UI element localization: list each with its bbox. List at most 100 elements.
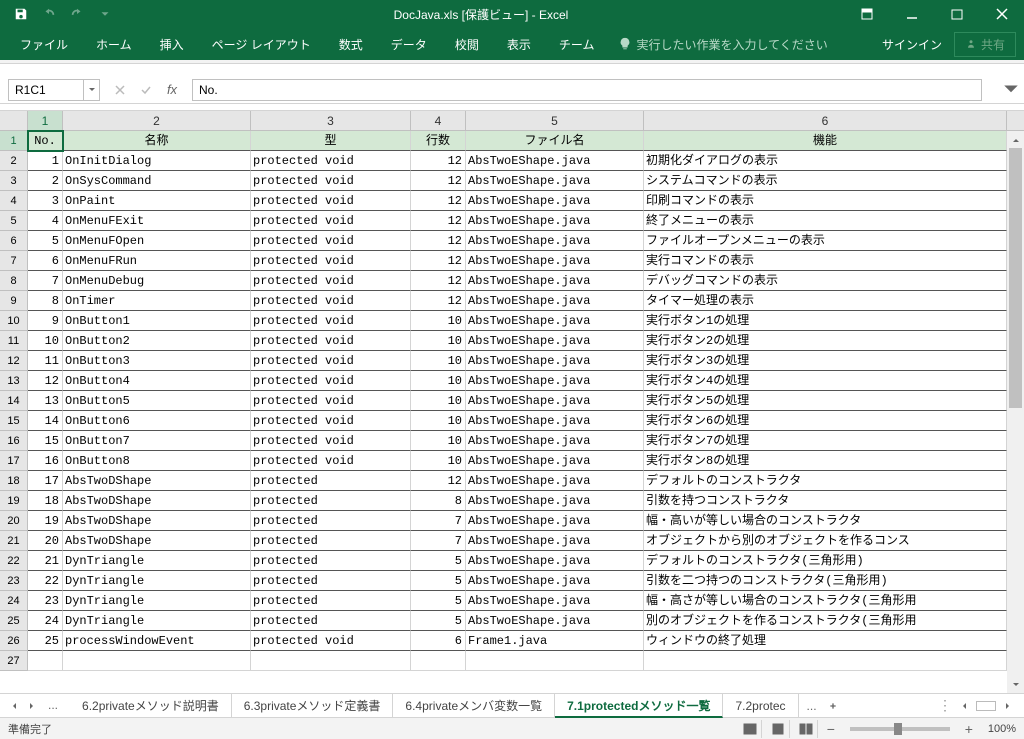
cell[interactable]: 12 <box>411 211 466 231</box>
cell[interactable]: AbsTwoEShape.java <box>466 511 644 531</box>
cell[interactable]: AbsTwoEShape.java <box>466 411 644 431</box>
cell[interactable]: 8 <box>28 291 63 311</box>
cell[interactable]: AbsTwoEShape.java <box>466 351 644 371</box>
cell[interactable]: 5 <box>411 551 466 571</box>
page-break-view-button[interactable] <box>796 720 818 738</box>
cell[interactable]: 18 <box>28 491 63 511</box>
cell[interactable]: 5 <box>411 571 466 591</box>
cell[interactable]: protected void <box>251 331 411 351</box>
cell[interactable]: protected void <box>251 231 411 251</box>
minimize-button[interactable] <box>889 0 934 28</box>
row-header[interactable]: 5 <box>0 211 28 231</box>
cell[interactable]: protected void <box>251 351 411 371</box>
cell[interactable]: タイマー処理の表示 <box>644 291 1007 311</box>
row-header[interactable]: 3 <box>0 171 28 191</box>
cell[interactable]: protected void <box>251 411 411 431</box>
cell[interactable]: 21 <box>28 551 63 571</box>
cell[interactable]: protected <box>251 611 411 631</box>
col-header-1[interactable]: 1 <box>28 111 63 130</box>
tab-review[interactable]: 校閲 <box>443 28 491 60</box>
cell[interactable]: OnTimer <box>63 291 251 311</box>
save-button[interactable] <box>8 3 34 25</box>
row-header[interactable]: 18 <box>0 471 28 491</box>
cell[interactable]: AbsTwoDShape <box>63 471 251 491</box>
cell[interactable]: Frame1.java <box>466 631 644 651</box>
scroll-down-button[interactable] <box>1007 676 1024 693</box>
header-cell[interactable]: 型 <box>251 131 411 151</box>
cell[interactable]: 実行ボタン1の処理 <box>644 311 1007 331</box>
cell[interactable]: 引数を持つコンストラクタ <box>644 491 1007 511</box>
cell[interactable]: 10 <box>411 311 466 331</box>
row-header[interactable]: 17 <box>0 451 28 471</box>
cell[interactable]: 幅・高さが等しい場合のコンストラクタ(三角形用 <box>644 591 1007 611</box>
cell[interactable]: 16 <box>28 451 63 471</box>
tab-page-layout[interactable]: ページ レイアウト <box>200 28 323 60</box>
cell[interactable]: protected void <box>251 151 411 171</box>
row-header[interactable]: 20 <box>0 511 28 531</box>
cell[interactable]: AbsTwoDShape <box>63 491 251 511</box>
cell[interactable]: 10 <box>411 351 466 371</box>
cell[interactable]: 2 <box>28 171 63 191</box>
row-header[interactable]: 4 <box>0 191 28 211</box>
cell[interactable]: 7 <box>28 271 63 291</box>
zoom-in-button[interactable]: + <box>962 721 976 737</box>
col-header-3[interactable]: 3 <box>251 111 411 130</box>
cell[interactable]: OnButton3 <box>63 351 251 371</box>
cell[interactable]: protected <box>251 491 411 511</box>
row-header[interactable]: 24 <box>0 591 28 611</box>
cell[interactable]: 実行ボタン6の処理 <box>644 411 1007 431</box>
tab-insert[interactable]: 挿入 <box>148 28 196 60</box>
cell[interactable]: AbsTwoEShape.java <box>466 171 644 191</box>
cell[interactable]: AbsTwoEShape.java <box>466 231 644 251</box>
cell[interactable]: 3 <box>28 191 63 211</box>
cell[interactable]: 7 <box>411 511 466 531</box>
cell[interactable]: AbsTwoEShape.java <box>466 471 644 491</box>
row-header[interactable]: 13 <box>0 371 28 391</box>
row-header[interactable]: 7 <box>0 251 28 271</box>
vertical-scrollbar[interactable] <box>1007 131 1024 693</box>
cell[interactable]: DynTriangle <box>63 591 251 611</box>
row-header[interactable]: 11 <box>0 331 28 351</box>
sheet-tab[interactable]: 6.3privateメソッド定義書 <box>232 694 394 718</box>
cell[interactable]: OnMenuFExit <box>63 211 251 231</box>
page-layout-view-button[interactable] <box>768 720 790 738</box>
cell[interactable]: protected <box>251 471 411 491</box>
cell[interactable]: AbsTwoEShape.java <box>466 311 644 331</box>
cell[interactable]: 12 <box>411 151 466 171</box>
signin-link[interactable]: サインイン <box>882 36 942 53</box>
col-header-6[interactable]: 6 <box>644 111 1007 130</box>
cell[interactable]: 実行ボタン8の処理 <box>644 451 1007 471</box>
sheet-tab[interactable]: 7.2protec <box>723 694 798 718</box>
cancel-formula-button[interactable] <box>108 79 132 101</box>
header-cell[interactable]: No. <box>28 131 63 151</box>
sheet-tab[interactable]: 6.2privateメソッド説明書 <box>70 694 232 718</box>
header-cell[interactable]: 行数 <box>411 131 466 151</box>
cell[interactable]: 12 <box>411 251 466 271</box>
cell[interactable]: 引数を二つ持つのコンストラクタ(三角形用) <box>644 571 1007 591</box>
cell[interactable]: 15 <box>28 431 63 451</box>
cell[interactable]: OnMenuFOpen <box>63 231 251 251</box>
cell[interactable]: 25 <box>28 631 63 651</box>
cell[interactable]: AbsTwoEShape.java <box>466 611 644 631</box>
cell[interactable]: 実行コマンドの表示 <box>644 251 1007 271</box>
cell[interactable]: 実行ボタン4の処理 <box>644 371 1007 391</box>
cell[interactable]: 10 <box>411 331 466 351</box>
cell[interactable]: protected void <box>251 271 411 291</box>
normal-view-button[interactable] <box>740 720 762 738</box>
cell[interactable]: OnButton2 <box>63 331 251 351</box>
tab-data[interactable]: データ <box>379 28 439 60</box>
cell[interactable]: 23 <box>28 591 63 611</box>
cell[interactable]: protected void <box>251 371 411 391</box>
row-header[interactable]: 23 <box>0 571 28 591</box>
cell[interactable]: protected void <box>251 311 411 331</box>
tab-nav-prev[interactable] <box>6 698 22 714</box>
cell[interactable]: protected void <box>251 211 411 231</box>
redo-button[interactable] <box>64 3 90 25</box>
tab-team[interactable]: チーム <box>547 28 607 60</box>
cell[interactable]: OnPaint <box>63 191 251 211</box>
cell[interactable]: AbsTwoEShape.java <box>466 151 644 171</box>
cell[interactable]: protected void <box>251 631 411 651</box>
cell[interactable]: AbsTwoEShape.java <box>466 551 644 571</box>
tab-home[interactable]: ホーム <box>84 28 144 60</box>
cell[interactable]: AbsTwoEShape.java <box>466 431 644 451</box>
